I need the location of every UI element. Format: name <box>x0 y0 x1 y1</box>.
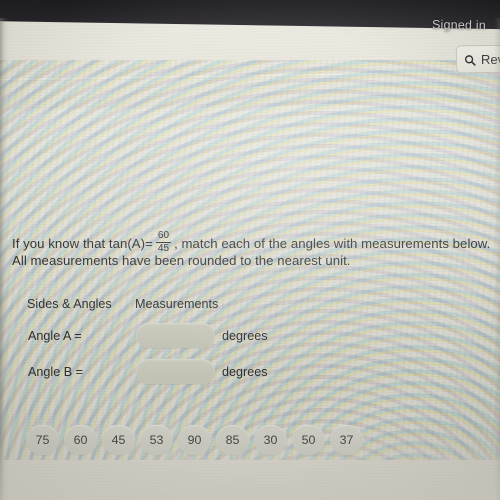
row-label-angle-a: Angle A = <box>28 329 82 343</box>
answer-chip[interactable]: 90 <box>178 425 211 455</box>
answer-chip[interactable]: 60 <box>64 425 97 455</box>
question-text-part2: , match each of the angles with measurem… <box>174 236 491 251</box>
question-note: All measurements have been rounded to th… <box>12 253 351 268</box>
unit-label-angle-b: degrees <box>222 365 268 379</box>
unit-label-angle-a: degrees <box>222 329 268 343</box>
answer-chip[interactable]: 53 <box>140 425 173 455</box>
answer-chip[interactable]: 75 <box>26 425 59 455</box>
answer-chip[interactable]: 30 <box>254 425 287 455</box>
photographed-screen: Signed in Rev If you know that tan(A)= 60… <box>0 0 500 500</box>
answer-chip[interactable]: 45 <box>102 425 135 455</box>
answer-chip[interactable]: 50 <box>292 425 325 455</box>
column-header-sides-angles: Sides & Angles <box>27 297 112 311</box>
answer-chip[interactable]: 37 <box>330 425 363 455</box>
answer-bank: 75 60 45 53 90 85 30 50 37 <box>26 425 363 455</box>
column-header-measurements: Measurements <box>135 297 219 311</box>
fraction-numerator: 60 <box>157 230 170 241</box>
question-content: If you know that tan(A)= 60 45, match each… <box>0 0 500 500</box>
row-label-angle-b: Angle B = <box>28 365 83 379</box>
answer-dropzone-angle-a[interactable] <box>136 323 215 348</box>
answer-chip[interactable]: 85 <box>216 425 249 455</box>
left-screen-edge-shadow <box>0 18 9 500</box>
question-text-part1: If you know that tan(A)= <box>12 236 153 251</box>
tangent-fraction: 60 45 <box>155 230 172 254</box>
right-screen-edge-shadow <box>494 18 500 500</box>
answer-dropzone-angle-b[interactable] <box>136 359 215 384</box>
question-prompt: If you know that tan(A)= 60 45, match each… <box>12 231 496 254</box>
